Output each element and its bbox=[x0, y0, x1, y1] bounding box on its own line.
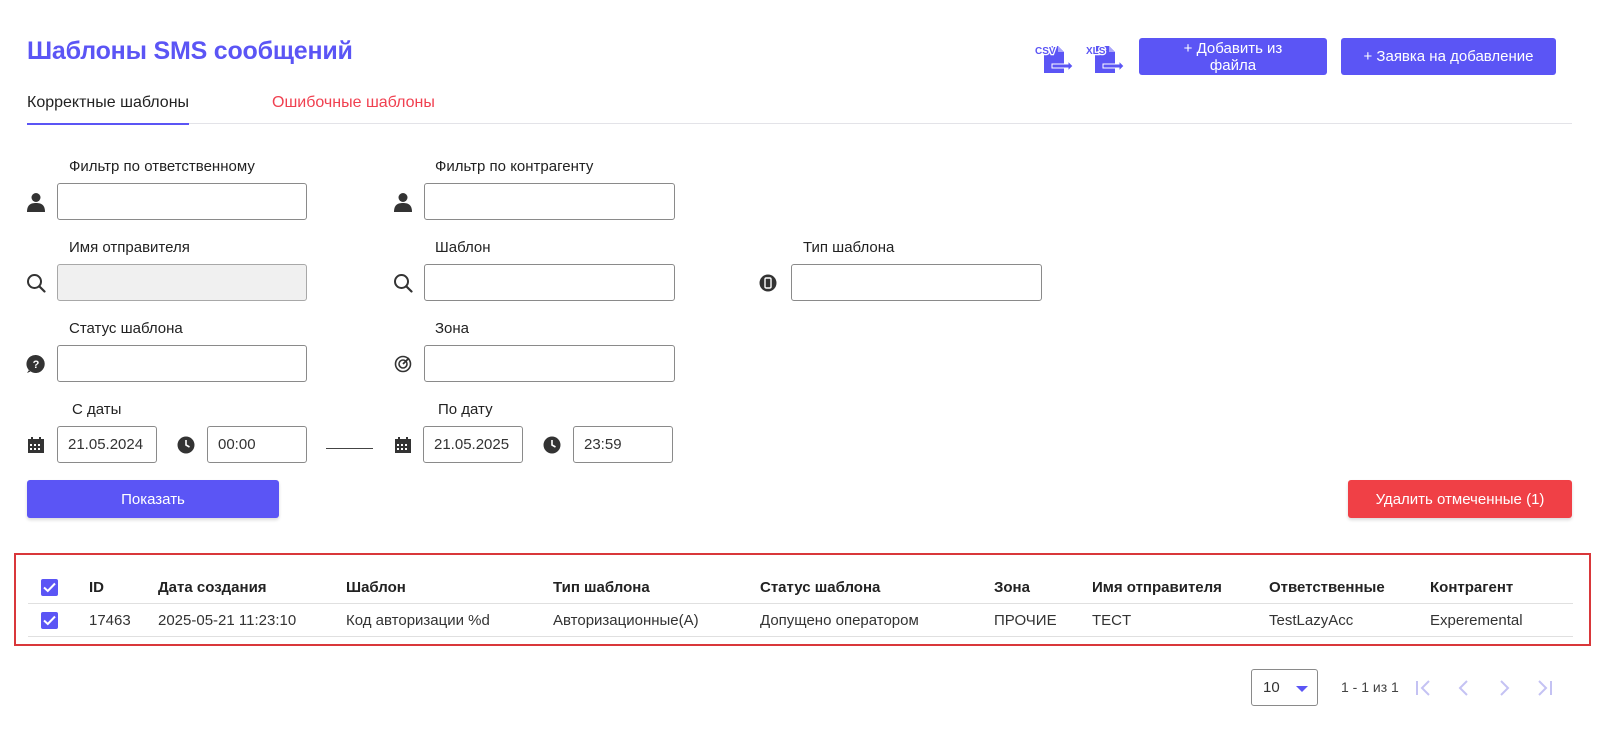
cell-responsible: TestLazyAcc bbox=[1269, 612, 1354, 629]
column-header-template[interactable]: Шаблон bbox=[346, 571, 406, 604]
zone-label: Зона bbox=[435, 320, 470, 337]
cell-counterparty: Experemental bbox=[1430, 612, 1523, 629]
date-range-separator bbox=[326, 448, 373, 449]
last-page-icon[interactable] bbox=[1531, 675, 1557, 701]
calendar-icon bbox=[26, 435, 46, 455]
table-row[interactable]: 17463 2025-05-21 11:23:10 Код авторизаци… bbox=[28, 604, 1573, 637]
template-status-input[interactable] bbox=[57, 345, 307, 382]
date-to-label: По дату bbox=[438, 401, 493, 418]
search-icon bbox=[393, 273, 413, 293]
column-header-id[interactable]: ID bbox=[89, 571, 104, 604]
tab-correct-templates[interactable]: Корректные шаблоны bbox=[27, 94, 190, 125]
cell-template-status: Допущено оператором bbox=[760, 612, 919, 629]
template-label: Шаблон bbox=[435, 239, 491, 256]
page-title: Шаблоны SMS сообщений bbox=[27, 37, 353, 65]
date-from-label: С даты bbox=[72, 401, 122, 418]
cell-created-date: 2025-05-21 11:23:10 bbox=[158, 612, 297, 629]
tab-bar: Корректные шаблоны Ошибочные шаблоны bbox=[27, 88, 1572, 125]
page-size-value: 10 bbox=[1263, 679, 1280, 696]
time-to-input[interactable] bbox=[573, 426, 673, 463]
column-header-template-type[interactable]: Тип шаблона bbox=[553, 571, 650, 604]
column-header-zone[interactable]: Зона bbox=[994, 571, 1030, 604]
cell-sender-name: TECT bbox=[1092, 612, 1132, 629]
xls-label: XLS bbox=[1086, 46, 1106, 57]
responsible-filter-label: Фильтр по ответственному bbox=[69, 158, 255, 175]
cell-zone: ПРОЧИЕ bbox=[994, 612, 1057, 629]
person-icon bbox=[393, 192, 413, 212]
column-header-responsible[interactable]: Ответственные bbox=[1269, 571, 1385, 604]
cell-template: Код авторизации %d bbox=[346, 612, 490, 629]
time-from-input[interactable] bbox=[207, 426, 307, 463]
page-size-select[interactable]: 10 bbox=[1251, 669, 1318, 706]
row-checkbox[interactable] bbox=[41, 612, 58, 629]
dropdown-caret-icon bbox=[1296, 686, 1308, 692]
template-status-label: Статус шаблона bbox=[69, 320, 183, 337]
template-type-label: Тип шаблона bbox=[803, 239, 895, 256]
sender-name-input bbox=[57, 264, 307, 301]
xls-export-icon[interactable]: XLS bbox=[1085, 40, 1125, 76]
clock-icon bbox=[542, 435, 562, 455]
next-page-icon[interactable] bbox=[1491, 675, 1517, 701]
date-from-input[interactable] bbox=[57, 426, 157, 463]
add-from-file-button[interactable]: + Добавить из файла bbox=[1139, 38, 1327, 75]
question-icon: ? bbox=[26, 354, 46, 374]
search-icon bbox=[26, 273, 46, 293]
clock-icon bbox=[176, 435, 196, 455]
sender-name-label: Имя отправителя bbox=[69, 239, 190, 256]
phone-icon bbox=[758, 273, 778, 293]
csv-export-icon[interactable]: CSV bbox=[1034, 40, 1074, 76]
radar-icon bbox=[393, 354, 413, 374]
calendar-icon bbox=[393, 435, 413, 455]
delete-checked-button[interactable]: Удалить отмеченные (1) bbox=[1348, 480, 1572, 518]
responsible-filter-input[interactable] bbox=[57, 183, 307, 220]
show-button[interactable]: Показать bbox=[27, 480, 279, 518]
column-header-created-date[interactable]: Дата создания bbox=[158, 571, 267, 604]
cell-id: 17463 bbox=[89, 612, 131, 629]
template-input[interactable] bbox=[424, 264, 675, 301]
select-all-checkbox[interactable] bbox=[41, 579, 58, 596]
date-to-input[interactable] bbox=[423, 426, 523, 463]
svg-text:?: ? bbox=[33, 359, 40, 371]
cell-template-type: Авторизационные(А) bbox=[553, 612, 699, 629]
request-add-button[interactable]: + Заявка на добавление bbox=[1341, 38, 1556, 75]
zone-input[interactable] bbox=[424, 345, 675, 382]
csv-label: CSV bbox=[1035, 46, 1056, 57]
column-header-template-status[interactable]: Статус шаблона bbox=[760, 571, 880, 604]
person-icon bbox=[26, 192, 46, 212]
templates-table: ID Дата создания Шаблон Тип шаблона Стат… bbox=[14, 553, 1591, 646]
tab-error-templates[interactable]: Ошибочные шаблоны bbox=[272, 94, 435, 123]
counterparty-filter-label: Фильтр по контрагенту bbox=[435, 158, 594, 175]
template-type-input[interactable] bbox=[791, 264, 1042, 301]
pagination-info: 1 - 1 из 1 bbox=[1341, 679, 1399, 695]
table-header-row: ID Дата создания Шаблон Тип шаблона Стат… bbox=[28, 571, 1573, 604]
counterparty-filter-input[interactable] bbox=[424, 183, 675, 220]
first-page-icon[interactable] bbox=[1411, 675, 1437, 701]
previous-page-icon[interactable] bbox=[1451, 675, 1477, 701]
column-header-sender-name[interactable]: Имя отправителя bbox=[1092, 571, 1222, 604]
column-header-counterparty[interactable]: Контрагент bbox=[1430, 571, 1513, 604]
